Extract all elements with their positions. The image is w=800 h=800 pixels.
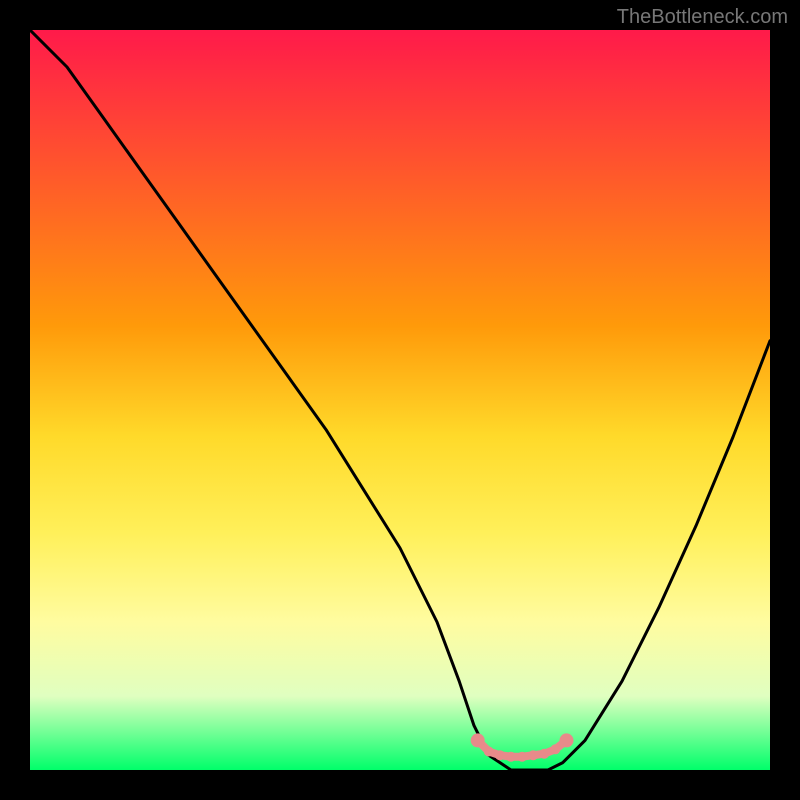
min-marker bbox=[550, 744, 560, 754]
min-marker bbox=[539, 749, 549, 759]
min-marker bbox=[471, 733, 485, 747]
min-marker bbox=[517, 752, 527, 762]
bottleneck-curve bbox=[30, 30, 770, 770]
min-marker bbox=[528, 750, 538, 760]
min-marker bbox=[484, 747, 494, 757]
plot-area bbox=[30, 30, 770, 770]
min-marker bbox=[506, 752, 516, 762]
watermark: TheBottleneck.com bbox=[617, 6, 788, 29]
min-marker bbox=[495, 750, 505, 760]
line-chart bbox=[30, 30, 770, 770]
min-marker bbox=[560, 733, 574, 747]
chart-container: TheBottleneck.com bbox=[0, 0, 800, 800]
